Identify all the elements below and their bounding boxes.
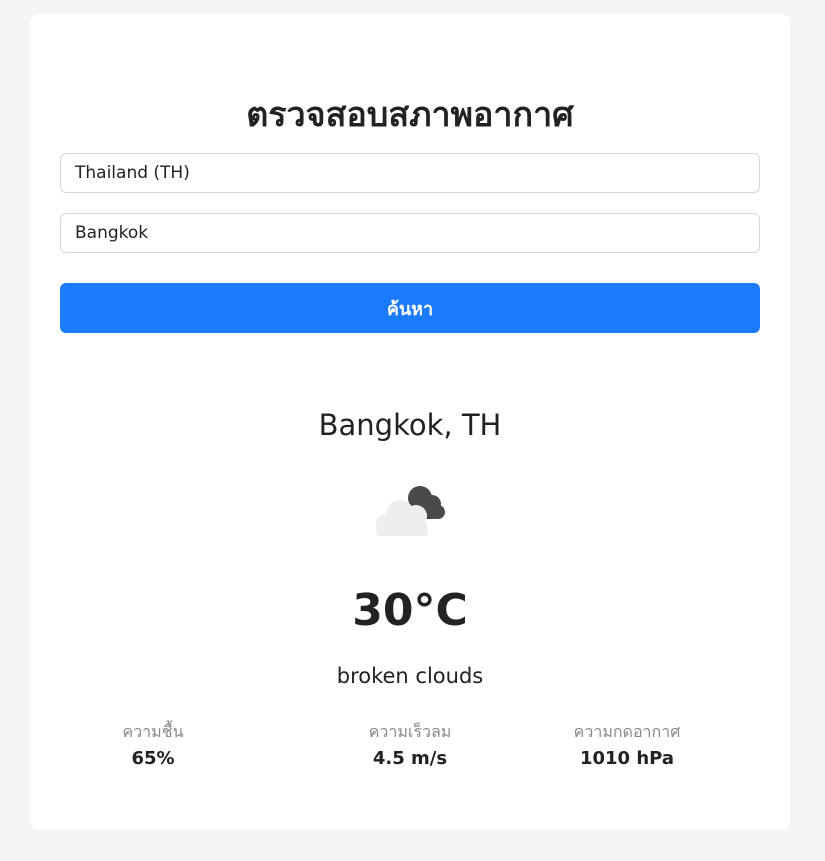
weather-description: broken clouds bbox=[336, 664, 484, 688]
country-input[interactable] bbox=[60, 153, 760, 193]
broken-clouds-icon bbox=[370, 476, 450, 541]
humidity-stat: ความชื้น 65% bbox=[53, 720, 253, 774]
humidity-value: 65% bbox=[131, 748, 175, 769]
search-button[interactable]: ค้นหา bbox=[60, 283, 760, 333]
pressure-label: ความกดอากาศ bbox=[573, 722, 681, 741]
weather-card: ตรวจสอบสภาพอากาศ ค้นหา Bangkok, TH 30°C … bbox=[30, 14, 790, 830]
weather-stats: ความชื้น 65% ความเร็วลม 4.5 m/s ความกดอา… bbox=[90, 720, 730, 790]
city-input[interactable] bbox=[60, 213, 760, 253]
humidity-label: ความชื้น bbox=[122, 722, 184, 741]
location-name: Bangkok, TH bbox=[318, 408, 502, 442]
wind-speed-value: 4.5 m/s bbox=[372, 748, 448, 769]
wind-speed-stat: ความเร็วลม 4.5 m/s bbox=[310, 720, 510, 774]
page-title: ตรวจสอบสภาพอากาศ bbox=[246, 95, 574, 135]
wind-speed-label: ความเร็วลม bbox=[368, 722, 452, 741]
pressure-stat: ความกดอากาศ 1010 hPa bbox=[527, 720, 727, 774]
temperature-value: 30°C bbox=[352, 585, 468, 636]
pressure-value: 1010 hPa bbox=[579, 748, 675, 769]
